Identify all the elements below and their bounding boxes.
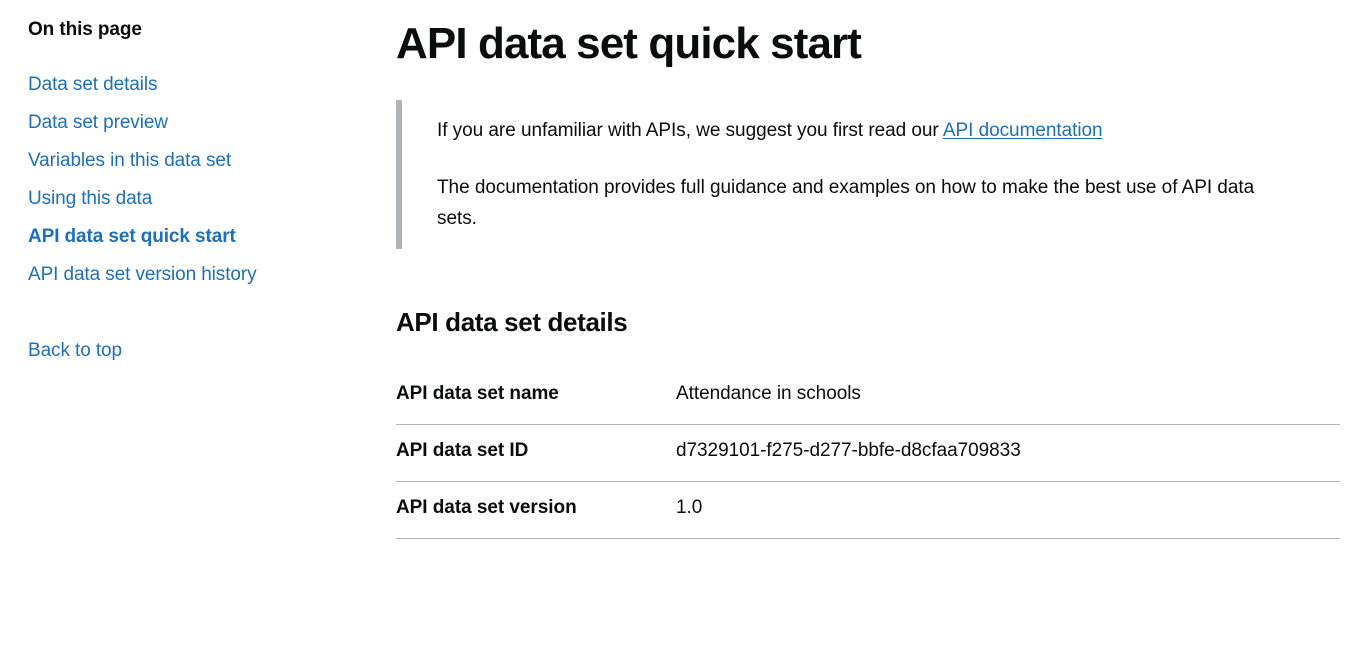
- row-value-api-data-set-id: d7329101-f275-d277-bbfe-d8cfaa709833: [676, 440, 1021, 462]
- api-data-set-details-heading: API data set details: [396, 306, 628, 337]
- row-label-api-data-set-name: API data set name: [396, 383, 559, 405]
- sidebar-item-api-data-set-quick-start[interactable]: API data set quick start: [28, 218, 358, 256]
- inset-paragraph-1-text: If you are unfamiliar with APIs, we sugg…: [437, 119, 943, 141]
- nav-item: Using this data: [28, 180, 358, 218]
- table-row: API data set name Attendance in schools: [396, 368, 1340, 425]
- nav-item: Data set details: [28, 66, 358, 104]
- sidebar-item-data-set-details[interactable]: Data set details: [28, 66, 358, 104]
- sidebar-item-data-set-preview[interactable]: Data set preview: [28, 104, 358, 142]
- api-data-set-details-table: API data set name Attendance in schools …: [396, 368, 1340, 539]
- row-label-api-data-set-version: API data set version: [396, 497, 577, 519]
- main-content: API data set quick start If you are unfa…: [396, 0, 1340, 539]
- nav-item: Back to top: [28, 332, 358, 370]
- row-value-api-data-set-name: Attendance in schools: [676, 383, 861, 405]
- sidebar-item-variables-in-this-data-set[interactable]: Variables in this data set: [28, 142, 358, 180]
- inset-paragraph-2: The documentation provides full guidance…: [437, 176, 1255, 229]
- inset-paragraph-1: If you are unfamiliar with APIs, we sugg…: [437, 115, 1296, 146]
- api-documentation-link[interactable]: API documentation: [943, 120, 1103, 141]
- on-this-page-heading: On this page: [28, 19, 142, 40]
- nav-list: Data set details Data set preview Variab…: [28, 66, 358, 370]
- inset-callout: If you are unfamiliar with APIs, we sugg…: [396, 99, 1296, 249]
- on-this-page-nav: On this page Data set details Data set p…: [28, 0, 358, 370]
- nav-item: Data set preview: [28, 104, 358, 142]
- nav-item: API data set version history: [28, 256, 358, 294]
- row-label-api-data-set-id: API data set ID: [396, 440, 529, 462]
- sidebar-item-using-this-data[interactable]: Using this data: [28, 180, 358, 218]
- table-row: API data set version 1.0: [396, 482, 1340, 539]
- sidebar-item-api-data-set-version-history[interactable]: API data set version history: [28, 256, 358, 294]
- page-title: API data set quick start: [396, 19, 862, 68]
- nav-item: API data set quick start: [28, 218, 358, 256]
- sidebar-item-back-to-top[interactable]: Back to top: [28, 332, 358, 370]
- documentation-page: On this page Data set details Data set p…: [0, 0, 1372, 670]
- table-row: API data set ID d7329101-f275-d277-bbfe-…: [396, 425, 1340, 482]
- nav-item: Variables in this data set: [28, 142, 358, 180]
- row-value-api-data-set-version: 1.0: [676, 497, 703, 519]
